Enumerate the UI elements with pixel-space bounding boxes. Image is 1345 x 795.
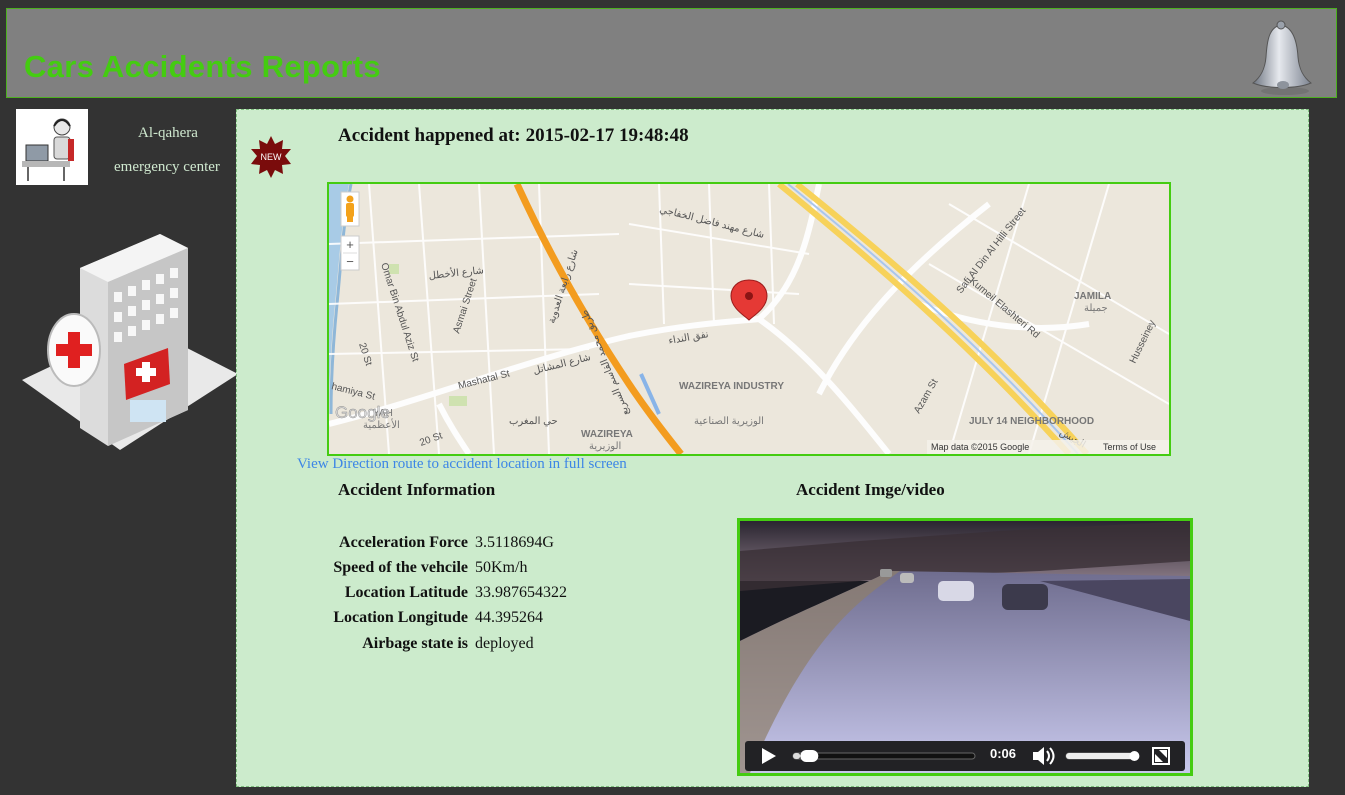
video-current-time: 0:06	[990, 746, 1017, 761]
map-canvas[interactable]: WAZIREYA INDUSTRY الوزيرية الصناعية WAZI…	[329, 184, 1169, 454]
info-value: 33.987654322	[475, 584, 567, 601]
info-label: Airbage state is	[362, 635, 468, 652]
info-label: Speed of the vehcile	[333, 559, 468, 576]
info-row-longitude: Location Longitude 44.395264	[300, 609, 720, 633]
info-label: Acceleration Force	[339, 534, 468, 551]
operator-avatar	[16, 109, 88, 185]
accident-info-heading: Accident Information	[338, 480, 496, 499]
play-icon[interactable]	[762, 748, 776, 764]
map-label-maghrib: حي المغرب	[509, 416, 558, 427]
accident-video[interactable]	[737, 518, 1193, 776]
street-view-pegman-icon[interactable]	[340, 191, 360, 227]
map-label-july14: JULY 14 NEIGHBORHOOD	[969, 416, 1094, 427]
volume-icon[interactable]	[1033, 747, 1055, 765]
map-label-jamila-ar: جميلة	[1084, 303, 1108, 314]
center-name-line1: Al-qahera	[138, 125, 198, 141]
info-value: 3.5118694G	[475, 534, 554, 551]
volume-level	[1066, 753, 1135, 759]
accident-media-heading: Accident Imge/video	[796, 480, 945, 499]
bell-icon[interactable]	[1247, 17, 1317, 97]
video-controls	[745, 741, 1185, 771]
hospital-building-icon	[22, 234, 238, 450]
video-seek-bar[interactable]	[792, 752, 976, 760]
new-badge-label: NEW	[261, 152, 283, 162]
video-seek-handle[interactable]	[800, 750, 819, 762]
info-value: deployed	[475, 635, 534, 652]
center-name-line2: emergency center	[114, 159, 220, 175]
volume-handle[interactable]	[1129, 751, 1140, 761]
video-seek-progress	[793, 753, 801, 759]
info-row-speed: Speed of the vehcile 50Km/h	[300, 559, 720, 583]
map-label-industry-ar: الوزيرية الصناعية	[694, 416, 764, 427]
map-zoom-in-button[interactable]: +	[346, 237, 354, 252]
map-label-wazireya-ar: الوزيرية	[589, 441, 621, 452]
accident-map[interactable]: WAZIREYA INDUSTRY الوزيرية الصناعية WAZI…	[327, 182, 1171, 456]
info-row-acceleration: Acceleration Force 3.5118694G	[300, 534, 720, 558]
map-label-wazireya: WAZIREYA	[581, 429, 633, 440]
fullscreen-icon[interactable]	[1152, 747, 1170, 765]
map-terms-link[interactable]: Terms of Use	[1103, 442, 1156, 452]
info-label: Location Latitude	[344, 584, 468, 601]
page-title: Cars Accidents Reports	[24, 49, 381, 84]
direction-route-link[interactable]: View Direction route to accident locatio…	[297, 456, 627, 473]
video-frame[interactable]	[740, 521, 1190, 773]
new-badge: NEW	[251, 136, 291, 178]
accident-time: Accident happened at: 2015-02-17 19:48:48	[338, 125, 689, 147]
info-row-airbag: Airbage state is deployed	[300, 635, 720, 659]
map-label-jamila: JAMILA	[1074, 291, 1111, 302]
info-value: 44.395264	[475, 609, 543, 626]
google-logo: Google	[335, 403, 390, 422]
header-bar: Cars Accidents Reports	[6, 8, 1337, 98]
info-row-latitude: Location Latitude 33.987654322	[300, 584, 720, 608]
map-label-industry: WAZIREYA INDUSTRY	[679, 381, 784, 392]
info-label: Location Longitude	[333, 609, 468, 626]
accident-time-label: Accident happened at:	[338, 125, 521, 146]
info-value: 50Km/h	[475, 559, 528, 576]
accident-time-value: 2015-02-17 19:48:48	[525, 125, 689, 146]
map-attribution: Map data ©2015 Google	[931, 442, 1029, 452]
map-zoom-out-button[interactable]: −	[346, 254, 354, 269]
